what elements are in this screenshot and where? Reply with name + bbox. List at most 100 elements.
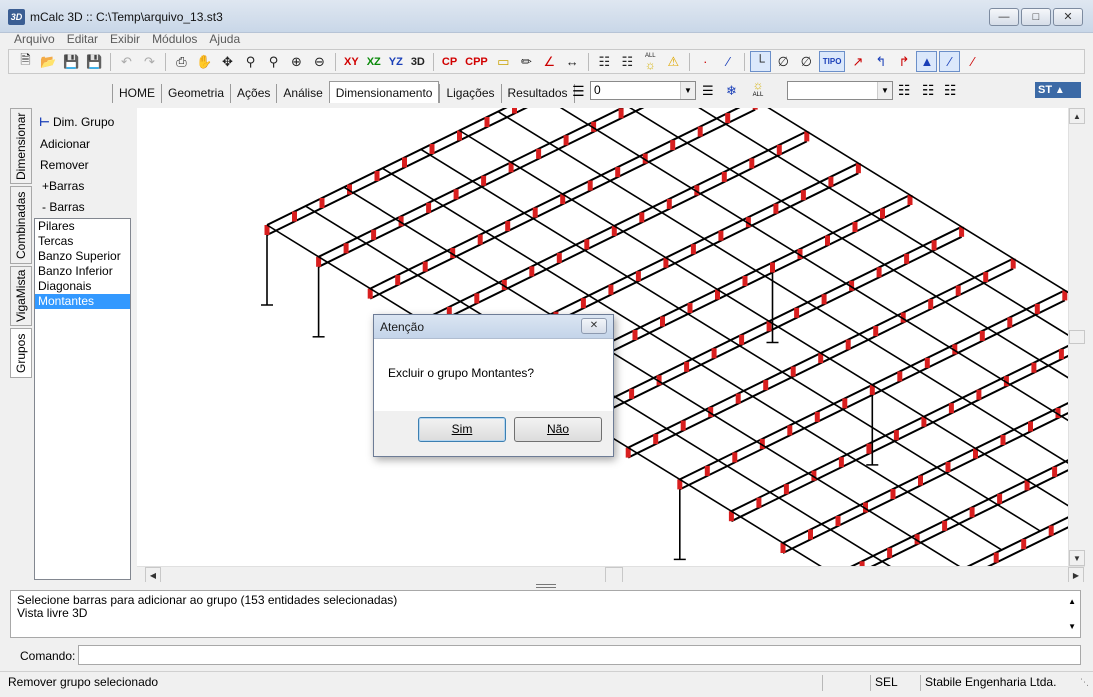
section-edit-icon[interactable]: ☷ xyxy=(944,82,957,99)
release-node-icon[interactable]: ∅ xyxy=(796,51,817,72)
tab-home[interactable]: HOME xyxy=(112,84,161,103)
release-icon[interactable]: ∅ xyxy=(773,51,794,72)
menu-ajuda[interactable]: Ajuda xyxy=(203,30,246,48)
tab-acoes[interactable]: Ações xyxy=(230,84,277,103)
console-scroll-down-icon[interactable]: ▼ xyxy=(1068,620,1076,633)
section-remove-icon[interactable]: ☷ xyxy=(922,82,935,99)
layers-config-icon[interactable]: ☰ xyxy=(702,83,714,99)
nao-button[interactable]: Não xyxy=(514,417,602,442)
pan-hand-icon[interactable]: ✋ xyxy=(194,51,215,72)
list-item[interactable]: Pilares xyxy=(35,219,130,234)
layer-light-all-icon[interactable]: ☼ ALL xyxy=(748,79,768,99)
new-file-icon[interactable]: 🗎 xyxy=(15,51,36,72)
offset-icon[interactable]: ↰ xyxy=(870,51,891,72)
list-item[interactable]: Banzo Inferior xyxy=(35,264,130,279)
light-all-icon[interactable]: ALL ☼ xyxy=(640,51,661,72)
rotate-view-icon[interactable]: ✥ xyxy=(217,51,238,72)
open-folder-icon[interactable]: 📂 xyxy=(38,51,59,72)
chevron-down-icon[interactable]: ▼ xyxy=(877,82,892,99)
console-scroll-up-icon[interactable]: ▲ xyxy=(1068,595,1076,608)
menu-exibir[interactable]: Exibir xyxy=(104,30,146,48)
vertical-scrollbar[interactable]: ▲ ▼ xyxy=(1068,108,1085,566)
view-3d-button[interactable]: 3D xyxy=(408,51,428,72)
eraser-icon[interactable]: ▭ xyxy=(493,51,514,72)
vtab-dimensionar[interactable]: Dimensionar xyxy=(10,108,32,184)
horizontal-scrollbar[interactable]: ◀ ▶ xyxy=(137,566,1085,582)
remover-button[interactable]: Remover xyxy=(40,158,89,172)
tab-row: HOME Geometria Ações Análise Dimensionam… xyxy=(8,78,1085,106)
command-input[interactable] xyxy=(78,645,1081,665)
tab-ligacoes[interactable]: Ligações xyxy=(439,84,501,103)
menu-arquivo[interactable]: Arquivo xyxy=(8,30,61,48)
save-icon[interactable]: 💾 xyxy=(61,51,82,72)
vtab-combinadas[interactable]: Combinadas xyxy=(10,186,32,264)
filter-icon[interactable]: ☷ xyxy=(594,51,615,72)
layers-icon[interactable]: ☰ xyxy=(572,83,585,100)
list-item[interactable]: Diagonais xyxy=(35,279,130,294)
tab-resultados[interactable]: Resultados xyxy=(500,84,575,103)
vtab-vigamista[interactable]: VigaMista xyxy=(10,266,32,326)
horizontal-scroll-thumb[interactable] xyxy=(605,567,623,582)
cp-button[interactable]: CP xyxy=(439,51,460,72)
warning-icon[interactable]: ⚠ xyxy=(663,51,684,72)
view-xy-button[interactable]: XY xyxy=(341,51,362,72)
chevron-down-icon[interactable]: ▼ xyxy=(680,82,695,99)
tab-dimensionamento[interactable]: Dimensionamento xyxy=(328,81,440,103)
undo-icon[interactable]: ↶ xyxy=(116,51,137,72)
layer-combo[interactable]: 0 ▼ xyxy=(590,81,696,100)
maximize-button[interactable]: □ xyxy=(1021,8,1051,26)
console-line: Selecione barras para adicionar ao grupo… xyxy=(17,593,398,607)
zoom-extents-icon[interactable]: ⚲ xyxy=(263,51,284,72)
close-window-button[interactable]: ✕ xyxy=(1053,8,1083,26)
scroll-left-icon[interactable]: ◀ xyxy=(145,567,161,582)
list-item[interactable]: Banzo Superior xyxy=(35,249,130,264)
sim-button[interactable]: Sim xyxy=(418,417,506,442)
building-icon[interactable]: ▲ xyxy=(916,51,938,72)
pencil-icon[interactable]: ✏ xyxy=(516,51,537,72)
list-item[interactable]: Tercas xyxy=(35,234,130,249)
dialog-close-button[interactable]: ✕ xyxy=(581,318,607,334)
tab-analise[interactable]: Análise xyxy=(276,84,329,103)
dim-grupo-button[interactable]: ⊢ Dim. Grupo xyxy=(39,115,114,129)
line-red-icon[interactable]: ∕ xyxy=(962,51,983,72)
menu-modulos[interactable]: Módulos xyxy=(146,30,203,48)
tipo-button[interactable]: TIPO xyxy=(818,51,846,72)
view-xz-button[interactable]: XZ xyxy=(364,51,384,72)
tab-geometria[interactable]: Geometria xyxy=(161,84,231,103)
dimension-icon[interactable]: ↔ xyxy=(562,51,583,72)
cpp-button[interactable]: CPP xyxy=(462,51,491,72)
group-list[interactable]: Pilares Tercas Banzo Superior Banzo Infe… xyxy=(34,218,131,580)
redo-icon[interactable]: ↷ xyxy=(139,51,160,72)
snowflake-icon[interactable]: ❄ xyxy=(726,83,737,99)
add-barras-button[interactable]: +Barras xyxy=(42,179,84,193)
filter-all-icon[interactable]: ☷ xyxy=(617,51,638,72)
scroll-right-icon[interactable]: ▶ xyxy=(1068,567,1084,582)
zoom-in-icon[interactable]: ⊕ xyxy=(286,51,307,72)
scroll-down-icon[interactable]: ▼ xyxy=(1069,550,1085,566)
local-axis-icon[interactable]: ↗ xyxy=(847,51,868,72)
remove-barras-button[interactable]: - Barras xyxy=(42,200,85,214)
resize-grip-icon[interactable]: ⋱ xyxy=(1080,677,1089,688)
line-blue-icon[interactable]: ∕ xyxy=(939,51,961,72)
node-icon[interactable]: · xyxy=(695,51,716,72)
output-console: Selecione barras para adicionar ao grupo… xyxy=(10,590,1081,638)
rotation-icon[interactable]: ↱ xyxy=(893,51,914,72)
section-combo[interactable]: ▼ xyxy=(787,81,893,100)
vertical-scroll-thumb[interactable] xyxy=(1069,330,1085,344)
support-icon[interactable]: └ xyxy=(749,51,771,72)
zoom-out-icon[interactable]: ⊖ xyxy=(309,51,330,72)
scroll-up-icon[interactable]: ▲ xyxy=(1069,108,1085,124)
minimize-button[interactable]: — xyxy=(989,8,1019,26)
menu-editar[interactable]: Editar xyxy=(61,30,104,48)
measure-angle-icon[interactable]: ∠ xyxy=(539,51,560,72)
member-icon[interactable]: ∕ xyxy=(718,51,739,72)
zoom-window-icon[interactable]: ⚲ xyxy=(240,51,261,72)
print-icon[interactable]: ⎙ xyxy=(171,51,192,72)
section-add-icon[interactable]: ☷ xyxy=(898,82,911,99)
view-yz-button[interactable]: YZ xyxy=(386,51,406,72)
list-item-selected[interactable]: Montantes xyxy=(35,294,130,309)
adicionar-button[interactable]: Adicionar xyxy=(40,137,90,151)
save-as-icon[interactable]: 💾 xyxy=(84,51,105,72)
vtab-grupos[interactable]: Grupos xyxy=(10,328,32,378)
panel-resize-handle[interactable] xyxy=(536,584,556,588)
